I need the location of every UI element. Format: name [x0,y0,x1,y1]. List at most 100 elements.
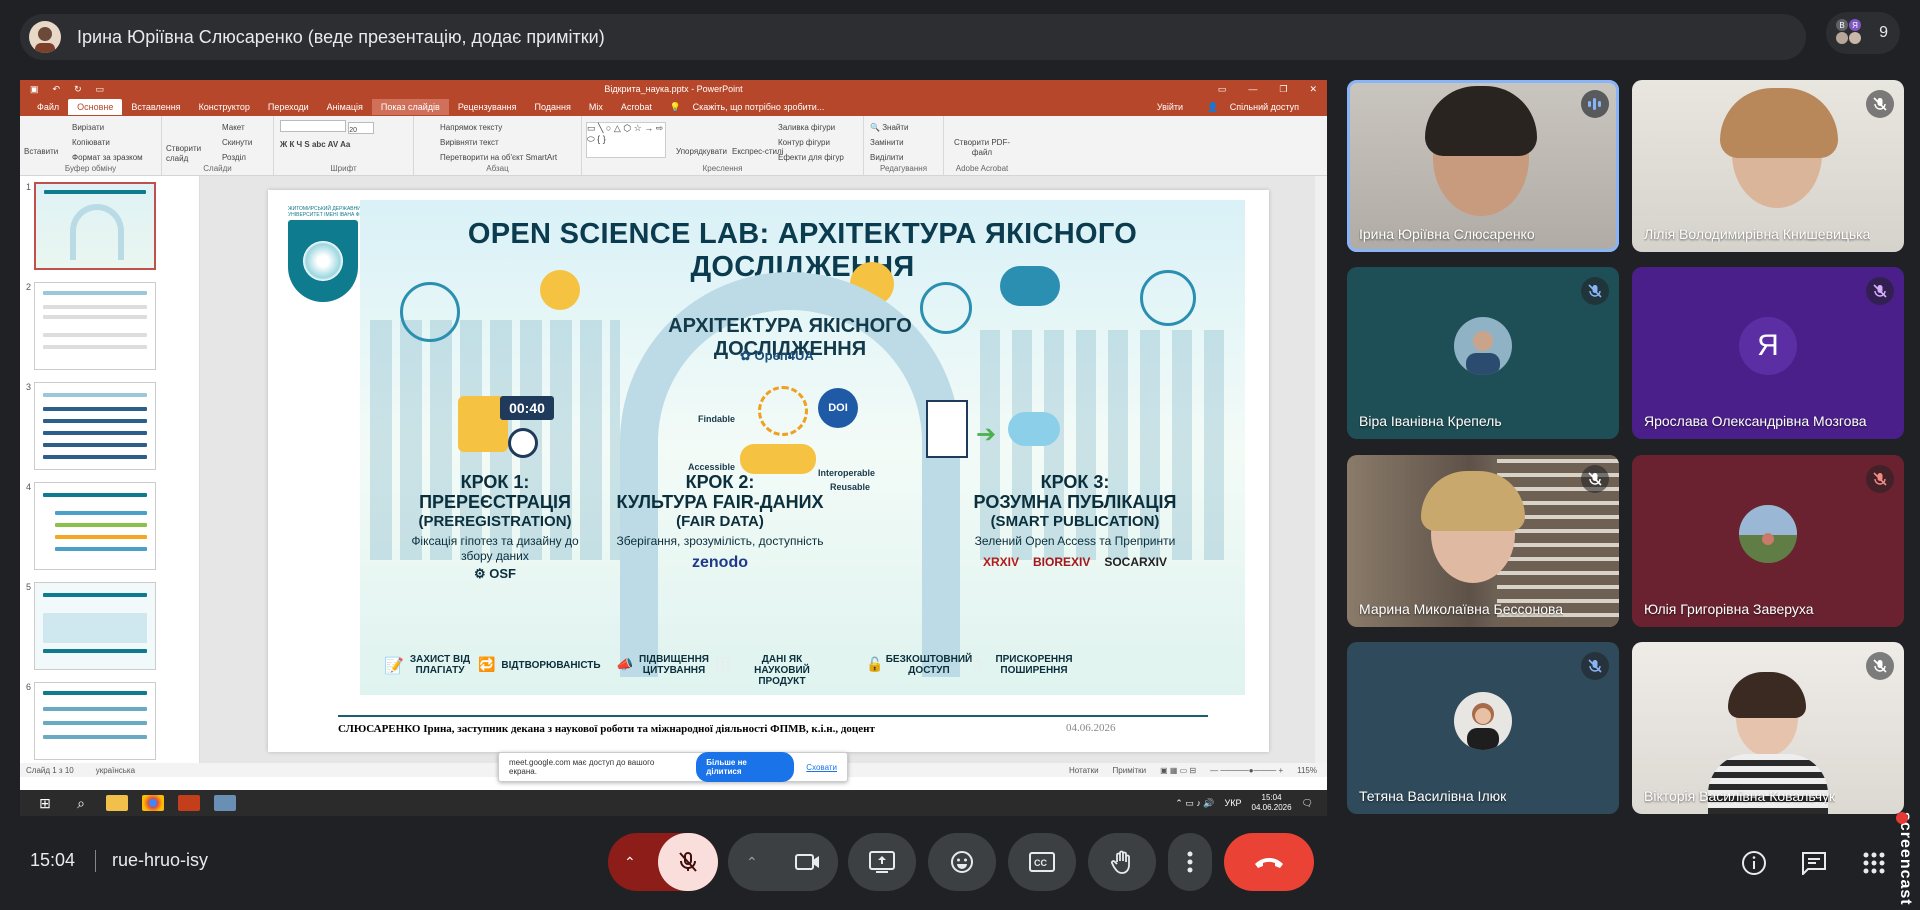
notifications-icon[interactable]: 🗨 [1302,798,1313,809]
powerpoint-icon[interactable] [178,795,200,811]
select-button[interactable]: Виділити [870,150,937,165]
speed-icon: ⏱ [972,656,983,672]
menu-home[interactable]: Основне [68,99,123,115]
stop-sharing-button[interactable]: Більше не ділитися [696,752,795,782]
search-icon[interactable]: ⌕ [70,795,92,811]
minimize-icon[interactable]: — [1248,84,1257,95]
doi-badge: DOI [818,388,858,428]
app-icon[interactable] [214,795,236,811]
reset-button[interactable]: Скинути [222,135,267,150]
participant-tile[interactable]: Вікторія Василівна Ковальчук [1632,642,1904,814]
tell-me-input[interactable]: 💡 Скажіть, що потрібно зробити... [661,99,842,116]
chat-button[interactable] [1796,845,1832,881]
shape-outline-button[interactable]: Контур фігури [778,135,857,150]
more-options-button[interactable] [1168,833,1212,891]
new-slide-button[interactable]: Створити слайд [166,144,206,164]
close-icon[interactable]: ✕ [1309,84,1317,95]
menu-insert[interactable]: Вставлення [122,99,189,115]
slide-thumbnail[interactable] [34,682,156,760]
participant-hair [1425,86,1537,156]
shape-effects-button[interactable]: Ефекти для фігур [778,150,857,165]
text-direction-button[interactable]: Напрямок тексту [440,120,575,135]
cut-button[interactable]: Вирізати [72,120,155,135]
align-text-button[interactable]: Вирівняти текст [440,135,575,150]
slide-thumbnail[interactable] [34,382,156,470]
shapes-gallery[interactable]: ▭ ╲ ○ △ ⬡ ☆ → ⇨ ⬭ { } [586,122,666,158]
proofing-language[interactable]: українська [96,766,135,775]
normal-view-icon[interactable]: ▣ ▦ ▭ ⊟ [1160,766,1196,775]
format-painter-button[interactable]: Формат за зразком [72,150,155,165]
share-button[interactable]: 👤 Спільний доступ [1198,99,1317,116]
participant-tile[interactable]: Ірина Юріївна Слюсаренко [1347,80,1619,252]
participant-tile[interactable]: Я Ярослава Олександрівна Мозгова [1632,267,1904,439]
create-pdf-button[interactable]: Створити PDF-файл [950,138,1014,158]
menu-design[interactable]: Конструктор [190,99,259,115]
notes-button[interactable]: Нотатки [1069,766,1099,775]
menu-view[interactable]: Подання [526,99,580,115]
group-paragraph: Напрямок тексту Вирівняти текст Перетвор… [414,116,582,175]
vertical-scrollbar[interactable] [1315,176,1327,763]
windows-start-icon[interactable]: ⊞ [34,795,56,811]
replace-button[interactable]: Замінити [870,135,937,150]
meeting-code[interactable]: rue-hruo-isy [112,850,208,871]
section-button[interactable]: Розділ [222,150,267,165]
menu-mix[interactable]: Mix [580,99,612,115]
menu-acrobat[interactable]: Acrobat [612,99,661,115]
camera-toggle-button[interactable] [778,833,838,891]
slide-thumbnail[interactable] [34,482,156,570]
participant-tile[interactable]: Юлія Григорівна Заверуха [1632,455,1904,627]
copy-button[interactable]: Копіювати [72,135,155,150]
participant-tile[interactable]: Тетяна Василівна Ілюк [1347,642,1619,814]
paste-button[interactable]: Вставити [24,144,58,159]
captions-button[interactable]: CC [1008,833,1076,891]
chrome-icon[interactable] [142,795,164,811]
find-button[interactable]: 🔍 Знайти [870,120,937,135]
quick-styles-button[interactable]: Експрес-стилі [732,144,783,159]
share-label: Спільний доступ [1229,101,1299,112]
font-format-buttons[interactable]: Ж К Ч S abc AV Aa [280,137,407,152]
participants-count-button[interactable]: В Я 9 [1826,12,1900,54]
mic-toggle-button[interactable] [658,833,718,891]
menu-file[interactable]: Файл [28,99,68,115]
tray-icons[interactable]: ⌃ ▭ ♪ 🔊 [1175,798,1214,809]
reactions-button[interactable] [928,833,996,891]
ribbon-display-icon[interactable]: ▭ [1218,84,1227,95]
signin-link[interactable]: Увійти [1148,99,1192,116]
activities-button[interactable] [1856,845,1892,881]
zoom-slider[interactable]: — ─────●──── + [1210,766,1283,775]
shape-fill-button[interactable]: Заливка фігури [778,120,857,135]
present-screen-button[interactable] [848,833,916,891]
current-slide[interactable]: ЖИТОМИРСЬКИЙ ДЕРЖАВНИЙ УНІВЕРСИТЕТ ІМЕНІ… [268,190,1269,752]
menu-slideshow[interactable]: Показ слайдів [371,99,449,115]
raise-hand-button[interactable] [1088,833,1156,891]
menu-review[interactable]: Рецензування [449,99,526,115]
zoom-level[interactable]: 115% [1297,766,1317,775]
unlock-icon: 🔓 [866,656,884,672]
comments-button[interactable]: Примітки [1113,766,1147,775]
step3-title: РОЗУМНА ПУБЛІКАЦІЯ [973,492,1177,512]
restore-icon[interactable]: ❐ [1279,84,1287,95]
hide-notice-link[interactable]: Сховати [806,763,837,772]
participant-tile[interactable]: Лілія Володимирівна Книшевицька [1632,80,1904,252]
menu-animations[interactable]: Анімація [318,99,372,115]
ribbon: Вставити Вирізати Копіювати Формат за зр… [20,116,1327,176]
mic-options-chevron-icon[interactable]: ⌃ [624,854,636,871]
thumb-number: 6 [26,682,32,692]
tray-clock[interactable]: 15:04 04.06.2026 [1252,793,1292,813]
layout-button[interactable]: Макет [222,120,267,135]
slide-thumbnail[interactable] [34,282,156,370]
participant-tile[interactable]: Марина Миколаївна Бессонова [1347,455,1619,627]
file-explorer-icon[interactable] [106,795,128,811]
slide-thumbnail[interactable] [34,182,156,270]
arrange-button[interactable]: Упорядкувати [676,144,727,159]
font-size-input[interactable]: 20 [348,122,375,134]
meeting-info-button[interactable] [1736,845,1772,881]
leave-call-button[interactable] [1224,833,1314,891]
keyboard-language[interactable]: УКР [1225,798,1242,808]
menu-transitions[interactable]: Переходи [259,99,318,115]
participant-tile[interactable]: Віра Іванівна Крепель [1347,267,1619,439]
smartart-button[interactable]: Перетворити на об'єкт SmartArt [440,150,575,165]
slide-thumbnail[interactable] [34,582,156,670]
font-name-input[interactable] [280,120,346,132]
camera-options-chevron-icon[interactable]: ⌃ [746,854,758,871]
